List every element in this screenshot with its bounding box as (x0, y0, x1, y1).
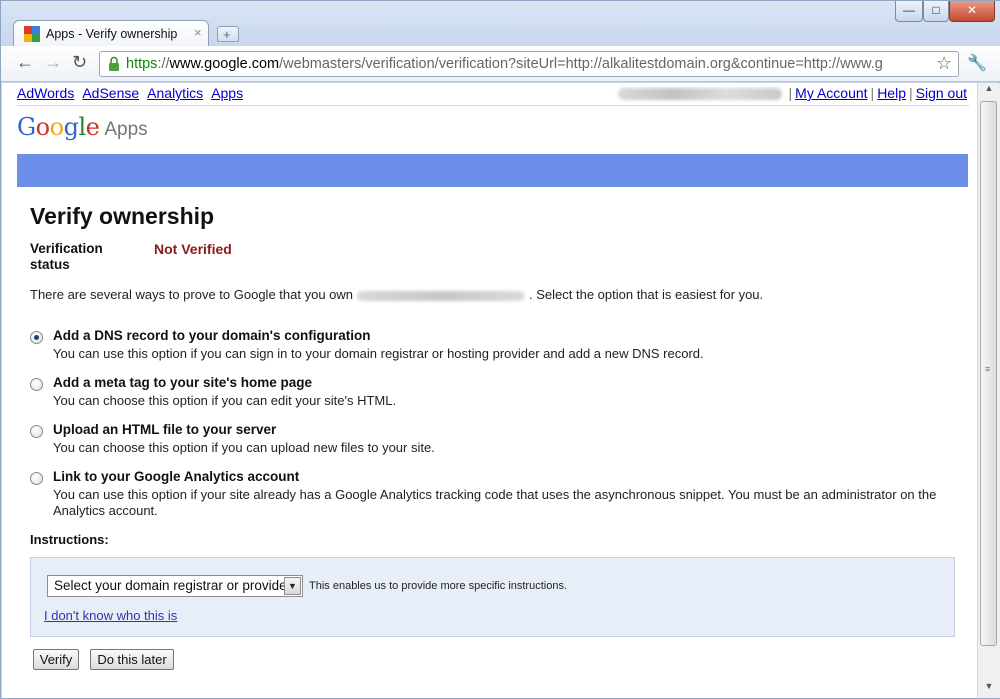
verify-button[interactable]: Verify (33, 649, 79, 670)
blurred-email (617, 88, 782, 101)
reload-icon[interactable]: ↻ (72, 52, 87, 73)
tab-title: Apps - Verify ownership (46, 27, 178, 41)
radio-meta-tag[interactable] (30, 378, 43, 391)
registrar-select-value: Select your domain registrar or provider (54, 578, 292, 593)
title-bar: Apps - Verify ownership × + — □ ✕ (1, 1, 1000, 47)
minimize-button[interactable]: — (895, 1, 923, 22)
radio-dns-record[interactable] (30, 331, 43, 344)
logo-letter: o (35, 113, 50, 141)
registrar-select[interactable]: Select your domain registrar or provider… (47, 575, 303, 597)
back-arrow-icon[interactable]: ← (16, 52, 34, 73)
option-title: Link to your Google Analytics account (53, 469, 300, 484)
forward-arrow-icon[interactable]: → (44, 52, 62, 73)
logo-letter: e (85, 113, 100, 141)
sign-out-link[interactable]: Sign out (916, 85, 967, 101)
close-icon: ✕ (966, 3, 978, 17)
address-bar[interactable]: https://www.google.com/webmasters/verifi… (99, 51, 959, 77)
scroll-up-icon[interactable]: ▲ (978, 83, 1000, 100)
blurred-site-url (357, 290, 526, 301)
close-window-button[interactable]: ✕ (949, 1, 995, 22)
new-tab-button[interactable]: + (217, 26, 239, 42)
page-content: AdWords AdSense Analytics Apps | My Account |… (2, 83, 977, 698)
option-title: Upload an HTML file to your server (53, 422, 277, 437)
instructions-panel: Select your domain registrar or provider… (30, 557, 955, 637)
bookmark-star-icon[interactable]: ☆ (936, 53, 952, 74)
scroll-down-icon[interactable]: ▼ (978, 681, 1000, 698)
verification-status-label: Verification status (30, 241, 103, 272)
instructions-hint: This enables us to provide more specific… (309, 580, 568, 592)
scrollbar-thumb[interactable]: ≡ (980, 101, 997, 646)
browser-tab[interactable]: Apps - Verify ownership × (13, 20, 209, 47)
browser-toolbar: ← → ↻ https://www.google.com/webmasters/… (1, 46, 1000, 82)
nav-link-adwords[interactable]: AdWords (17, 85, 74, 101)
nav-link-analytics[interactable]: Analytics (147, 85, 203, 101)
unknown-registrar-link[interactable]: I don't know who this is (44, 608, 177, 623)
url-text: https://www.google.com/webmasters/verifi… (126, 56, 883, 72)
option-description: You can choose this option if you can up… (53, 440, 435, 455)
vertical-scrollbar[interactable]: ▲ ≡ ▼ (977, 83, 1000, 698)
verification-status-value: Not Verified (154, 241, 232, 257)
grip-icon: ≡ (985, 364, 991, 374)
account-links: | My Account | Help | Sign out (617, 85, 967, 101)
page-title: Verify ownership (30, 203, 215, 229)
google-apps-favicon-icon (24, 26, 40, 42)
radio-html-file[interactable] (30, 425, 43, 438)
option-title: Add a DNS record to your domain's config… (53, 328, 371, 343)
lock-icon (109, 56, 119, 71)
plus-icon: + (223, 27, 231, 42)
radio-google-analytics[interactable] (30, 472, 43, 485)
google-apps-logo[interactable]: Google Apps (17, 113, 148, 141)
my-account-link[interactable]: My Account (795, 85, 867, 101)
nav-link-adsense[interactable]: AdSense (82, 85, 139, 101)
top-navigation: AdWords AdSense Analytics Apps (17, 85, 251, 101)
logo-letter: o (49, 113, 64, 141)
instructions-label: Instructions: (30, 532, 109, 547)
option-title: Add a meta tag to your site's home page (53, 375, 313, 390)
nav-divider (17, 105, 969, 106)
browser-window: Apps - Verify ownership × + — □ ✕ ← → ↻ … (0, 0, 1000, 699)
tab-close-icon[interactable]: × (194, 25, 202, 40)
wrench-menu-icon[interactable]: 🔧 (967, 53, 987, 73)
minimize-icon: — (903, 3, 915, 17)
logo-letter: g (63, 113, 79, 141)
header-bar (17, 154, 968, 187)
nav-link-apps[interactable]: Apps (211, 85, 243, 101)
option-description: You can choose this option if you can ed… (53, 393, 397, 408)
do-this-later-button[interactable]: Do this later (90, 649, 174, 670)
help-link[interactable]: Help (877, 85, 906, 101)
option-description: You can use this option if your site alr… (53, 487, 937, 518)
logo-letter: l (78, 113, 86, 141)
intro-text: There are several ways to prove to Googl… (30, 287, 764, 302)
maximize-icon: □ (932, 3, 940, 17)
option-description: You can use this option if you can sign … (53, 346, 704, 361)
maximize-button[interactable]: □ (923, 1, 949, 22)
dropdown-arrow-icon[interactable]: ▼ (284, 577, 301, 595)
logo-letter: G (17, 113, 36, 141)
